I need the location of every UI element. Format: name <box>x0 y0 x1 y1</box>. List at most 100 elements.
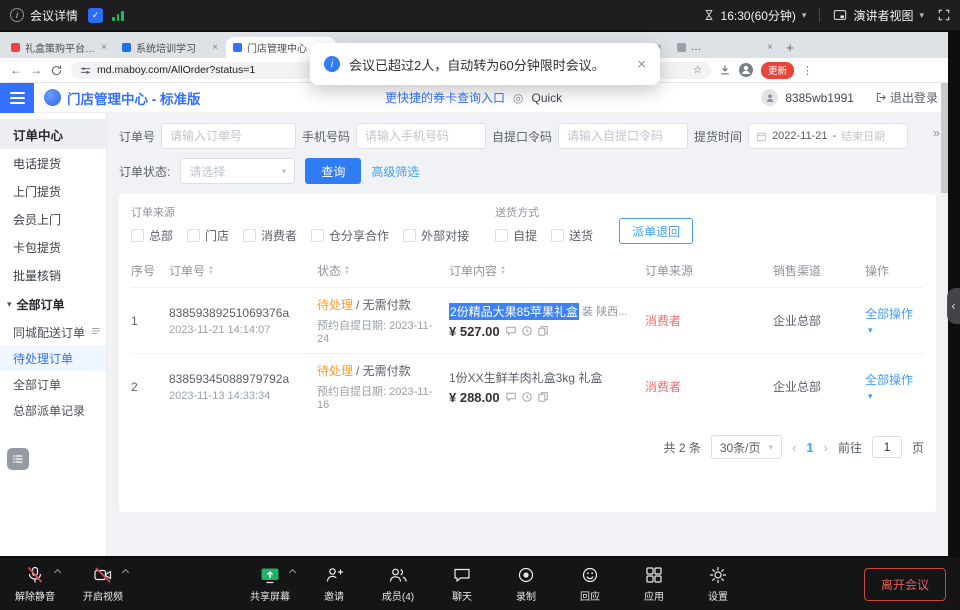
sort-icon[interactable]: ▲▼ <box>344 266 350 275</box>
prev-page-button[interactable]: ‹ <box>792 440 796 455</box>
mic-options-caret[interactable] <box>54 569 61 576</box>
cell-actions[interactable]: 全部操作▾ <box>865 305 924 336</box>
date-range-input[interactable]: 2022-11-21 - 结束日期 <box>748 123 908 149</box>
sidebar-item-hq-dispatch-log[interactable]: 总部派单记录 <box>0 397 106 423</box>
share-screen-label: 共享屏幕 <box>250 588 290 603</box>
settings-button[interactable]: 设置 <box>697 565 739 603</box>
col-header-status[interactable]: 状态▲▼ <box>317 262 449 279</box>
browser-tab[interactable]: 系统培训学习× <box>115 37 225 58</box>
reaction-button[interactable]: 回应 <box>569 565 611 603</box>
view-caret-icon[interactable]: ▾ <box>919 10 924 21</box>
logout-button[interactable]: 退出登录 <box>875 89 938 106</box>
tab-close-icon[interactable]: × <box>212 42 218 53</box>
share-screen-button[interactable]: 共享屏幕 <box>249 565 291 603</box>
user-avatar[interactable] <box>761 89 778 106</box>
browser-profile-icon[interactable] <box>739 63 753 77</box>
sidebar-item-phone-pickup[interactable]: 电话提货 <box>0 149 106 177</box>
panel-toggle-handle[interactable]: ‹ <box>947 288 960 324</box>
sidebar-item-batch-verify[interactable]: 批量核销 <box>0 261 106 289</box>
checkbox-source-consumer[interactable]: 消费者 <box>243 227 297 244</box>
start-video-button[interactable]: 开启视频 <box>82 565 124 603</box>
reload-button[interactable] <box>50 64 63 77</box>
record-button[interactable]: 录制 <box>505 565 547 603</box>
current-page[interactable]: 1 <box>806 440 813 455</box>
sidebar-group-all-orders[interactable]: ▾ 全部订单 <box>0 289 106 319</box>
sidebar-item-pending-orders[interactable]: 待处理订单 <box>0 345 106 371</box>
unmute-button[interactable]: 解除静音 <box>14 565 56 603</box>
advanced-filter-link[interactable]: 高级筛选 <box>371 163 419 180</box>
checkbox-source-external[interactable]: 外部对接 <box>403 227 469 244</box>
leave-meeting-button[interactable]: 离开会议 <box>864 568 946 601</box>
view-mode-label[interactable]: 演讲者视图 <box>853 7 913 24</box>
order-no-input[interactable] <box>161 123 296 149</box>
next-page-button[interactable]: › <box>824 440 828 455</box>
quick-label[interactable]: Quick <box>532 91 563 105</box>
apps-button[interactable]: 应用 <box>633 565 675 603</box>
remark-icon[interactable] <box>505 325 517 337</box>
timer-caret-icon[interactable]: ▾ <box>802 10 807 21</box>
sidebar-item-door-pickup[interactable]: 上门提货 <box>0 177 106 205</box>
history-icon[interactable] <box>521 325 533 337</box>
checkbox-delivery-send[interactable]: 送货 <box>551 227 593 244</box>
browser-menu-icon[interactable]: ⋮ <box>802 64 813 77</box>
sidebar-section-order-center[interactable]: 订单中心 <box>0 119 106 149</box>
scrollbar-thumb[interactable] <box>941 83 948 193</box>
sidebar-item-all-orders[interactable]: 全部订单 <box>0 371 106 397</box>
sidebar-item-card-pickup[interactable]: 卡包提货 <box>0 233 106 261</box>
coupon-query-link[interactable]: 更快捷的券卡查询入口 <box>385 89 505 106</box>
sidebar-item-member-visit[interactable]: 会员上门 <box>0 205 106 233</box>
meeting-timer[interactable]: 16:30(60分钟) <box>721 7 796 24</box>
chat-button[interactable]: 聊天 <box>441 565 483 603</box>
table-row[interactable]: 2 83859345088979792a 2023-11-13 14:33:34… <box>131 353 924 419</box>
browser-tab[interactable]: …× <box>670 37 780 58</box>
copy-icon[interactable] <box>537 325 549 337</box>
cell-actions[interactable]: 全部操作▾ <box>865 371 924 402</box>
drag-handle-icon[interactable] <box>91 326 101 336</box>
sidebar-toggle-button[interactable] <box>0 83 34 113</box>
members-button[interactable]: 成员(4) <box>377 565 419 603</box>
pickup-time-label: 提货时间 <box>694 128 742 145</box>
collapse-panel-icon[interactable]: » <box>933 125 940 140</box>
goto-page-input[interactable] <box>872 436 902 458</box>
search-button[interactable]: 查询 <box>305 158 361 184</box>
phone-input[interactable] <box>356 123 486 149</box>
table-row[interactable]: 1 83859389251069376a 2023-11-21 14:14:07… <box>131 287 924 353</box>
dispatch-return-button[interactable]: 派单退回 <box>619 218 693 244</box>
checkbox-source-warehouse-share[interactable]: 仓分享合作 <box>311 227 389 244</box>
checkbox-source-store[interactable]: 门店 <box>187 227 229 244</box>
order-status-select[interactable]: 请选择 ▾ <box>180 158 295 184</box>
col-header-order-no[interactable]: 订单号▲▼ <box>169 262 317 279</box>
sidebar-item-city-delivery[interactable]: 同城配送订单 <box>0 319 106 345</box>
fullscreen-icon[interactable] <box>938 9 950 21</box>
order-price: ¥ 288.00 <box>449 390 500 405</box>
toast-close-icon[interactable]: × <box>637 56 646 73</box>
meeting-info-icon[interactable]: i <box>10 8 24 22</box>
camera-options-caret[interactable] <box>122 569 129 576</box>
tab-close-icon[interactable]: × <box>101 42 107 53</box>
remark-icon[interactable] <box>505 391 517 403</box>
checkbox-source-hq[interactable]: 总部 <box>131 227 173 244</box>
bookmark-star-icon[interactable]: ☆ <box>693 65 702 76</box>
forward-button[interactable]: → <box>30 63 42 77</box>
browser-tab[interactable]: 礼盒策购平台管理中心× <box>4 37 114 58</box>
floating-menu-button[interactable] <box>7 448 29 470</box>
site-settings-icon[interactable] <box>80 65 91 76</box>
security-shield-icon[interactable]: ✓ <box>88 8 103 23</box>
pickup-code-input[interactable] <box>558 123 688 149</box>
share-options-caret[interactable] <box>289 569 296 576</box>
checkbox-delivery-pickup[interactable]: 自提 <box>495 227 537 244</box>
tab-close-icon[interactable]: × <box>767 42 773 53</box>
new-tab-button[interactable]: + <box>781 38 799 56</box>
col-header-content[interactable]: 订单内容▲▼ <box>449 262 645 279</box>
sort-icon[interactable]: ▲▼ <box>208 266 214 275</box>
page-size-select[interactable]: 30条/页 ▾ <box>711 435 782 459</box>
update-button[interactable]: 更新 <box>761 62 794 79</box>
copy-icon[interactable] <box>537 391 549 403</box>
scrollbar[interactable] <box>941 83 948 556</box>
back-button[interactable]: ← <box>10 63 22 77</box>
download-icon[interactable] <box>719 64 731 76</box>
invite-button[interactable]: 邀请 <box>313 565 355 603</box>
sort-icon[interactable]: ▲▼ <box>500 266 506 275</box>
meeting-detail-label[interactable]: 会议详情 <box>30 7 78 24</box>
history-icon[interactable] <box>521 391 533 403</box>
